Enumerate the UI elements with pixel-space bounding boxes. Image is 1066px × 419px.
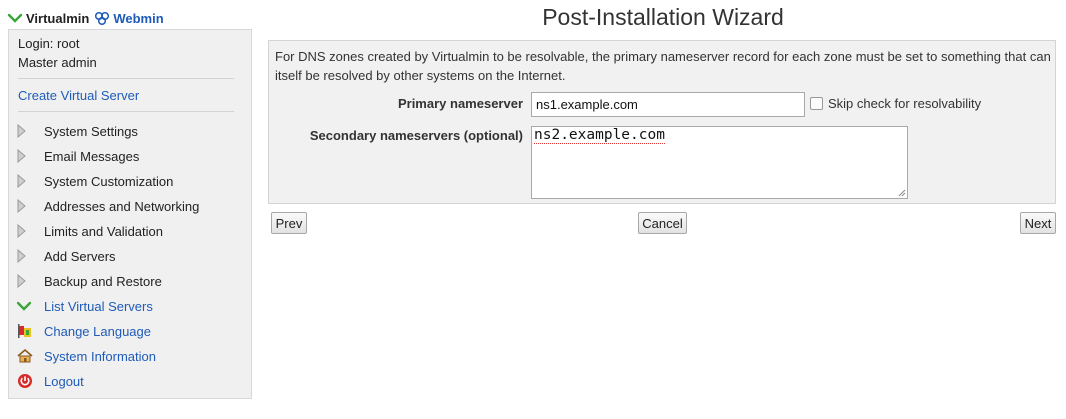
sidebar-item-limits-validation[interactable]: Limits and Validation <box>17 221 163 241</box>
power-icon <box>17 373 35 389</box>
sidebar-item-label: Email Messages <box>44 148 140 164</box>
secondary-nameservers-textarea[interactable]: ns2.example.com <box>531 126 908 199</box>
sidebar-item-list-virtual-servers[interactable]: List Virtual Servers <box>17 296 153 316</box>
sidebar-item-label: Limits and Validation <box>44 223 163 239</box>
sidebar-item-label: Change Language <box>44 323 151 339</box>
flags-icon <box>17 323 35 339</box>
role-info: Master admin <box>18 55 97 70</box>
sidebar-divider <box>18 111 234 112</box>
triangle-right-icon <box>17 223 35 239</box>
triangle-right-icon <box>17 148 35 164</box>
triangle-right-icon <box>17 173 35 189</box>
sidebar-item-label: Logout <box>44 373 84 389</box>
chevron-down-icon <box>8 13 22 23</box>
primary-nameserver-input[interactable] <box>531 92 805 117</box>
sidebar-item-label: Backup and Restore <box>44 273 162 289</box>
sidebar-item-logout[interactable]: Logout <box>17 371 84 391</box>
webmin-logo-icon <box>95 11 110 26</box>
home-icon <box>17 348 35 364</box>
triangle-right-icon <box>17 248 35 264</box>
wizard-description: For DNS zones created by Virtualmin to b… <box>275 49 1051 83</box>
sidebar-item-addresses-networking[interactable]: Addresses and Networking <box>17 196 199 216</box>
sidebar-item-backup-restore[interactable]: Backup and Restore <box>17 271 162 291</box>
skip-resolvability-checkbox[interactable] <box>810 97 823 110</box>
sidebar-item-label: System Customization <box>44 173 174 189</box>
sidebar-item-system-information[interactable]: System Information <box>17 346 156 366</box>
chevron-down-icon <box>17 298 35 314</box>
cancel-button[interactable]: Cancel <box>638 212 687 234</box>
sidebar-item-add-servers[interactable]: Add Servers <box>17 246 116 266</box>
sidebar-item-label: System Settings <box>44 123 138 139</box>
secondary-nameservers-label: Secondary nameservers (optional) <box>309 128 523 143</box>
sidebar-item-label: System Information <box>44 348 156 364</box>
triangle-right-icon <box>17 198 35 214</box>
triangle-right-icon <box>17 273 35 289</box>
create-virtual-server-link[interactable]: Create Virtual Server <box>18 88 139 103</box>
sidebar-item-label: Addresses and Networking <box>44 198 200 214</box>
page-title: Post-Installation Wizard <box>542 4 784 30</box>
login-info: Login: root <box>18 36 80 51</box>
resize-grip-icon[interactable] <box>898 189 906 197</box>
sidebar-item-system-settings[interactable]: System Settings <box>17 121 138 141</box>
next-button[interactable]: Next <box>1020 212 1056 234</box>
webmin-tab[interactable]: Webmin <box>113 11 163 26</box>
sidebar-item-email-messages[interactable]: Email Messages <box>17 146 139 166</box>
triangle-right-icon <box>17 123 35 139</box>
product-switcher: Virtualmin Webmin <box>8 9 164 27</box>
prev-button[interactable]: Prev <box>271 212 307 234</box>
nameserver-form-panel: For DNS zones created by Virtualmin to b… <box>268 40 1056 204</box>
sidebar-item-change-language[interactable]: Change Language <box>17 321 151 341</box>
sidebar-item-label: List Virtual Servers <box>44 298 153 314</box>
sidebar-item-system-customization[interactable]: System Customization <box>17 171 173 191</box>
virtualmin-tab[interactable]: Virtualmin <box>26 11 89 26</box>
skip-resolvability-option[interactable]: Skip check for resolvability <box>810 96 981 111</box>
sidebar-item-label: Add Servers <box>44 248 116 264</box>
secondary-nameservers-value: ns2.example.com <box>534 127 665 144</box>
sidebar-divider <box>18 78 234 79</box>
sidebar-menu: Login: root Master admin Create Virtual … <box>8 29 252 399</box>
primary-nameserver-label: Primary nameserver <box>397 96 523 111</box>
left-navigation-frame: Virtualmin Webmin Login: root Master adm… <box>0 0 260 419</box>
skip-resolvability-label: Skip check for resolvability <box>828 96 982 111</box>
